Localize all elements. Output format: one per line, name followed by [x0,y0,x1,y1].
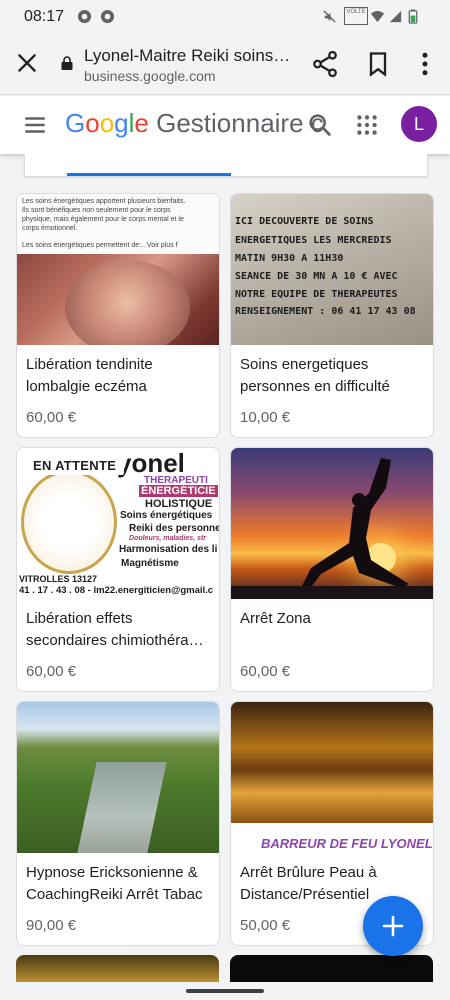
image-text-line: NOTRE EQUIPE DE THERAPEUTES [235,289,398,300]
close-icon[interactable] [14,50,40,76]
product-title: Hypnose Ericksonienne & CoachingReiki Ar… [26,864,203,903]
yoga-silhouette [231,458,433,599]
product-image: ICI DECOUVERTE DE SOINS ENERGETIQUES LES… [231,194,433,345]
apps-grid-icon[interactable] [354,112,380,138]
chrome-notification-icon [100,9,115,24]
shield-icon [77,9,92,24]
image-text-line: VITROLLES 13127 [19,574,98,584]
product-price: 10,00 € [240,409,291,426]
product-image: yonel THERAPEUTI ÉNERGÉTICIE HOLISTIQUE … [17,448,219,599]
share-icon[interactable] [310,49,340,79]
image-text-line: Douleurs, maladies, str [129,535,207,542]
product-price: 60,00 € [240,663,291,680]
product-card[interactable]: ICI DECOUVERTE DE SOINS ENERGETIQUES LES… [230,193,434,438]
product-image: BARREUR DE FEU LYONEL [231,702,433,853]
lock-icon [61,56,73,70]
image-text-line: HOLISTIQUE [145,498,213,510]
product-price: 90,00 € [26,917,77,934]
product-card[interactable]: Hypnose Ericksonienne & CoachingReiki Ar… [16,701,220,946]
mute-icon [323,10,336,23]
image-text-line: corps émotionnel. [22,225,78,232]
page-url: business.google.com [84,68,216,84]
product-title: Libération effets secondaires chimiothér… [26,610,204,649]
add-product-button[interactable] [363,896,423,956]
image-text-line: BARREUR DE FEU LYONEL [261,836,433,851]
product-card[interactable]: yonel THERAPEUTI ÉNERGÉTICIE HOLISTIQUE … [16,447,220,692]
image-text-line: Reiki des personne [129,523,219,534]
product-image [17,702,219,853]
image-text-line: MATIN 9H30 A 11H30 [235,253,344,264]
status-time: 08:17 [24,8,65,25]
image-text-line: RENSEIGNEMENT : 06 41 17 43 08 [235,306,416,317]
more-vert-icon[interactable] [410,49,440,79]
image-text-line: SEANCE DE 30 MN A 10 € AVEC [235,271,398,282]
product-title: Arrêt Zona [240,610,311,627]
volte-badge: VOLTE [344,7,368,25]
wifi-icon [370,11,385,23]
product-price: 50,00 € [240,917,291,934]
image-text-line: Harmonisation des li [119,544,218,555]
battery-icon [408,9,418,24]
image-text-line: Les soins énergétiques permettent de:.. … [22,242,178,249]
product-image: Les soins énergétiques apportent plusieu… [17,194,219,345]
image-text-line: Ils sont bénéfiques non seulement pour l… [22,207,171,214]
product-title: Libération tendinite lombalgie eczéma [26,356,153,395]
product-price: 60,00 € [26,409,77,426]
image-text-line: ENERGETIQUES LES MERCREDIS [235,235,392,246]
image-text-line: Les soins énergétiques apportent plusieu… [22,198,186,205]
image-text-line: physique, mais également pour le corps m… [22,216,184,223]
product-card-peek[interactable] [230,955,433,985]
plus-icon [382,915,404,937]
product-card[interactable]: Arrêt Zona 60,00 € [230,447,434,692]
product-image [231,448,433,599]
product-title: Soins energetiques personnes en difficul… [240,356,390,395]
product-price: 60,00 € [26,663,77,680]
image-text-line: Magnétisme [121,558,179,569]
avatar[interactable]: L [401,106,437,142]
product-card[interactable]: Les soins énergétiques apportent plusieu… [16,193,220,438]
image-text-line: 41 . 17 . 43 . 08 - lm22.energiticien@gm… [19,585,214,596]
page-title: Lyonel-Maitre Reiki soins… [84,46,291,65]
image-text-line: ÉNERGÉTICIE [139,485,218,497]
logo-google: Google [65,108,149,138]
image-text-line: ICI DECOUVERTE DE SOINS [235,216,374,227]
google-logo[interactable]: Google Gestionnaire c [65,108,324,139]
tree-of-life-logo [21,470,117,574]
home-gesture-handle[interactable] [186,989,264,993]
search-icon[interactable] [306,111,334,139]
status-badge: EN ATTENTE [25,456,125,475]
product-card-peek[interactable] [16,955,219,985]
menu-icon[interactable] [22,112,48,138]
signal-icon [389,10,402,23]
logo-product-name: Gestionnaire c [156,108,324,138]
image-text-line: Soins énergétiques [120,510,213,521]
tab-active-indicator [67,173,231,176]
bookmark-icon[interactable] [364,49,392,79]
